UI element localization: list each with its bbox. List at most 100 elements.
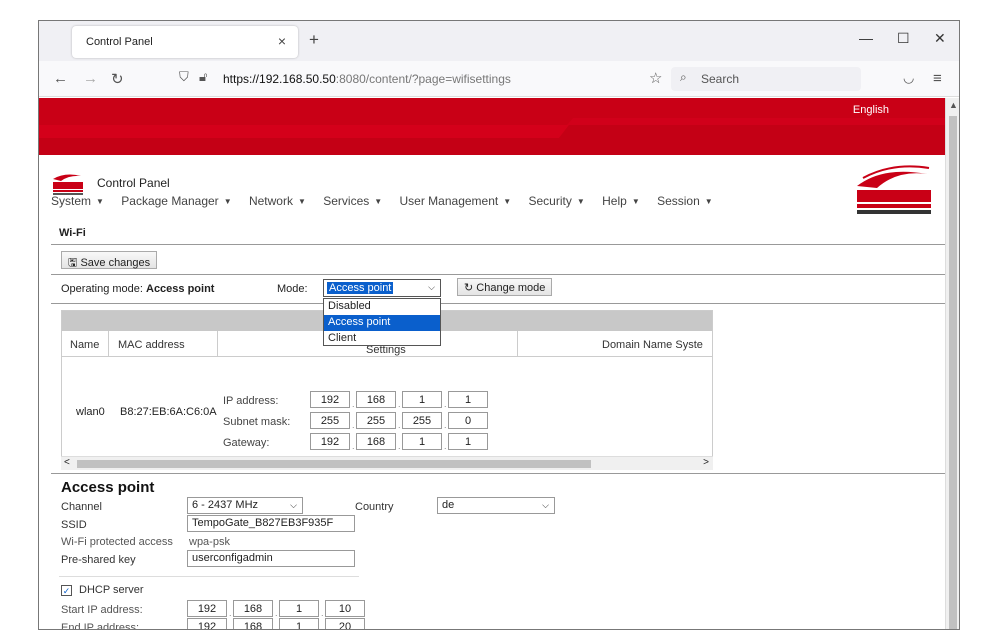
browser-tab[interactable]: Control Panel × xyxy=(72,26,298,58)
tab-strip: Control Panel × + — ☐ ✕ xyxy=(39,21,959,61)
address-bar[interactable]: ⛉ 🔓︎ https://192.168.50.50:8080/content/… xyxy=(179,68,679,90)
gw-octet-1[interactable]: 192 xyxy=(310,433,350,450)
mode-dropdown: Disabled Access point Client xyxy=(323,298,441,346)
gw-octet-4[interactable]: 1 xyxy=(448,433,488,450)
menu-system[interactable]: System ▼ xyxy=(51,194,104,208)
end-ip-octet-1[interactable]: 192 xyxy=(187,618,227,629)
header-banner: English xyxy=(39,98,945,155)
url-text[interactable]: https://192.168.50.50:8080/content/?page… xyxy=(223,72,511,86)
wpa-label: Wi-Fi protected access xyxy=(61,536,173,548)
channel-label: Channel xyxy=(61,501,102,513)
caret-down-icon: ▼ xyxy=(704,197,713,206)
mask-octet-3[interactable]: 255 xyxy=(402,412,442,429)
wpa-value: wpa-psk xyxy=(189,536,230,548)
reload-icon[interactable]: ↻ xyxy=(111,70,124,88)
col-mac: MAC address xyxy=(118,339,185,351)
chevron-down-icon: ⌵ xyxy=(290,500,297,510)
menu-package-manager[interactable]: Package Manager ▼ xyxy=(121,194,231,208)
minimize-icon[interactable]: — xyxy=(859,30,873,46)
mask-octet-1[interactable]: 255 xyxy=(310,412,350,429)
browser-window: Control Panel × + — ☐ ✕ ← → ↻ ⛉ 🔓︎ https… xyxy=(38,20,960,630)
end-ip-octet-2[interactable]: 168 xyxy=(233,618,273,629)
ssid-label: SSID xyxy=(61,519,87,531)
scroll-right-icon[interactable]: > xyxy=(703,457,709,468)
mode-select[interactable]: Access point ⌵ xyxy=(323,279,441,297)
psk-label: Pre-shared key xyxy=(61,554,136,566)
menu-network[interactable]: Network ▼ xyxy=(249,194,306,208)
start-ip-octet-1[interactable]: 192 xyxy=(187,600,227,617)
shield-icon[interactable]: ⛉ xyxy=(179,69,189,85)
dhcp-checkbox[interactable]: ✓ xyxy=(61,585,72,596)
close-window-icon[interactable]: ✕ xyxy=(934,30,946,47)
app-title: Control Panel xyxy=(97,176,170,190)
access-point-title: Access point xyxy=(61,479,155,496)
menu-user-management[interactable]: User Management ▼ xyxy=(400,194,512,208)
page-content: English Control Panel System ▼ Package Ma… xyxy=(39,98,945,630)
ssid-input[interactable]: TempoGate_B827EB3F935F xyxy=(187,515,355,532)
end-ip-label: End IP address: xyxy=(61,622,140,630)
ip-octet-4[interactable]: 1 xyxy=(448,391,488,408)
save-changes-button[interactable]: 🖫︎ Save changes xyxy=(61,251,158,269)
start-ip-octet-3[interactable]: 1 xyxy=(279,600,319,617)
search-input[interactable]: ⌕ Search xyxy=(671,67,861,91)
caret-down-icon: ▼ xyxy=(374,197,383,206)
caret-down-icon: ▼ xyxy=(297,197,306,206)
language-link[interactable]: English xyxy=(853,104,889,116)
start-ip-octet-2[interactable]: 168 xyxy=(233,600,273,617)
ip-address-label: IP address: xyxy=(223,395,279,407)
bookmark-star-icon[interactable]: ☆ xyxy=(649,69,662,87)
scrollbar-thumb[interactable] xyxy=(77,460,591,468)
ip-octet-2[interactable]: 168 xyxy=(356,391,396,408)
change-mode-button[interactable]: ↻ Change mode xyxy=(457,278,553,296)
caret-down-icon: ▼ xyxy=(503,197,512,206)
scroll-up-icon[interactable]: ▲ xyxy=(949,100,958,110)
country-select[interactable]: de ⌵ xyxy=(437,497,555,514)
ip-octet-1[interactable]: 192 xyxy=(310,391,350,408)
lock-warning-icon[interactable]: 🔓︎ xyxy=(199,69,207,85)
menu-session[interactable]: Session ▼ xyxy=(657,194,713,208)
gw-octet-2[interactable]: 168 xyxy=(356,433,396,450)
caret-down-icon: ▼ xyxy=(96,197,104,206)
psk-input[interactable]: userconfigadmin xyxy=(187,550,355,567)
gw-octet-3[interactable]: 1 xyxy=(402,433,442,450)
mode-selected-value: Access point xyxy=(327,282,394,294)
caret-down-icon: ▼ xyxy=(223,197,232,206)
refresh-icon: ↻ xyxy=(464,282,474,294)
caret-down-icon: ▼ xyxy=(576,197,585,206)
row-mac: B8:27:EB:6A:C6:0A xyxy=(120,406,217,418)
end-ip-octet-4[interactable]: 20 xyxy=(325,618,365,629)
pocket-icon[interactable]: ◡ xyxy=(903,70,914,86)
menu-help[interactable]: Help ▼ xyxy=(602,194,640,208)
ip-octet-3[interactable]: 1 xyxy=(402,391,442,408)
start-ip-octet-4[interactable]: 10 xyxy=(325,600,365,617)
tab-title: Control Panel xyxy=(86,36,153,48)
scrollbar-thumb[interactable] xyxy=(949,116,957,629)
country-label: Country xyxy=(355,501,394,513)
wifi-section-title: Wi-Fi xyxy=(59,227,86,239)
mode-option-client[interactable]: Client xyxy=(324,331,440,347)
operating-mode-value: Access point xyxy=(146,283,215,295)
search-icon: ⌕ xyxy=(680,70,687,84)
menu-services[interactable]: Services ▼ xyxy=(323,194,382,208)
end-ip-octet-3[interactable]: 1 xyxy=(279,618,319,629)
mask-octet-4[interactable]: 0 xyxy=(448,412,488,429)
menu-icon[interactable]: ≡ xyxy=(933,70,942,87)
back-icon[interactable]: ← xyxy=(53,70,68,87)
maximize-icon[interactable]: ☐ xyxy=(897,30,910,47)
menu-security[interactable]: Security ▼ xyxy=(529,194,585,208)
chevron-down-icon: ⌵ xyxy=(428,282,435,292)
page-vertical-scrollbar[interactable]: ▲ xyxy=(945,98,959,629)
scroll-left-icon[interactable]: < xyxy=(64,457,70,468)
save-icon: 🖫︎ xyxy=(68,257,78,269)
mode-option-access-point[interactable]: Access point xyxy=(324,315,440,331)
mask-octet-2[interactable]: 255 xyxy=(356,412,396,429)
dhcp-label: DHCP server xyxy=(79,584,144,596)
channel-select[interactable]: 6 - 2437 MHz ⌵ xyxy=(187,497,303,514)
new-tab-icon[interactable]: + xyxy=(309,30,319,50)
table-horizontal-scrollbar[interactable]: < > xyxy=(61,456,713,470)
mode-option-disabled[interactable]: Disabled xyxy=(324,299,440,315)
forward-icon[interactable]: → xyxy=(83,70,98,87)
row-name: wlan0 xyxy=(76,406,105,418)
mode-label: Mode: xyxy=(277,283,308,295)
close-tab-icon[interactable]: × xyxy=(278,33,286,49)
